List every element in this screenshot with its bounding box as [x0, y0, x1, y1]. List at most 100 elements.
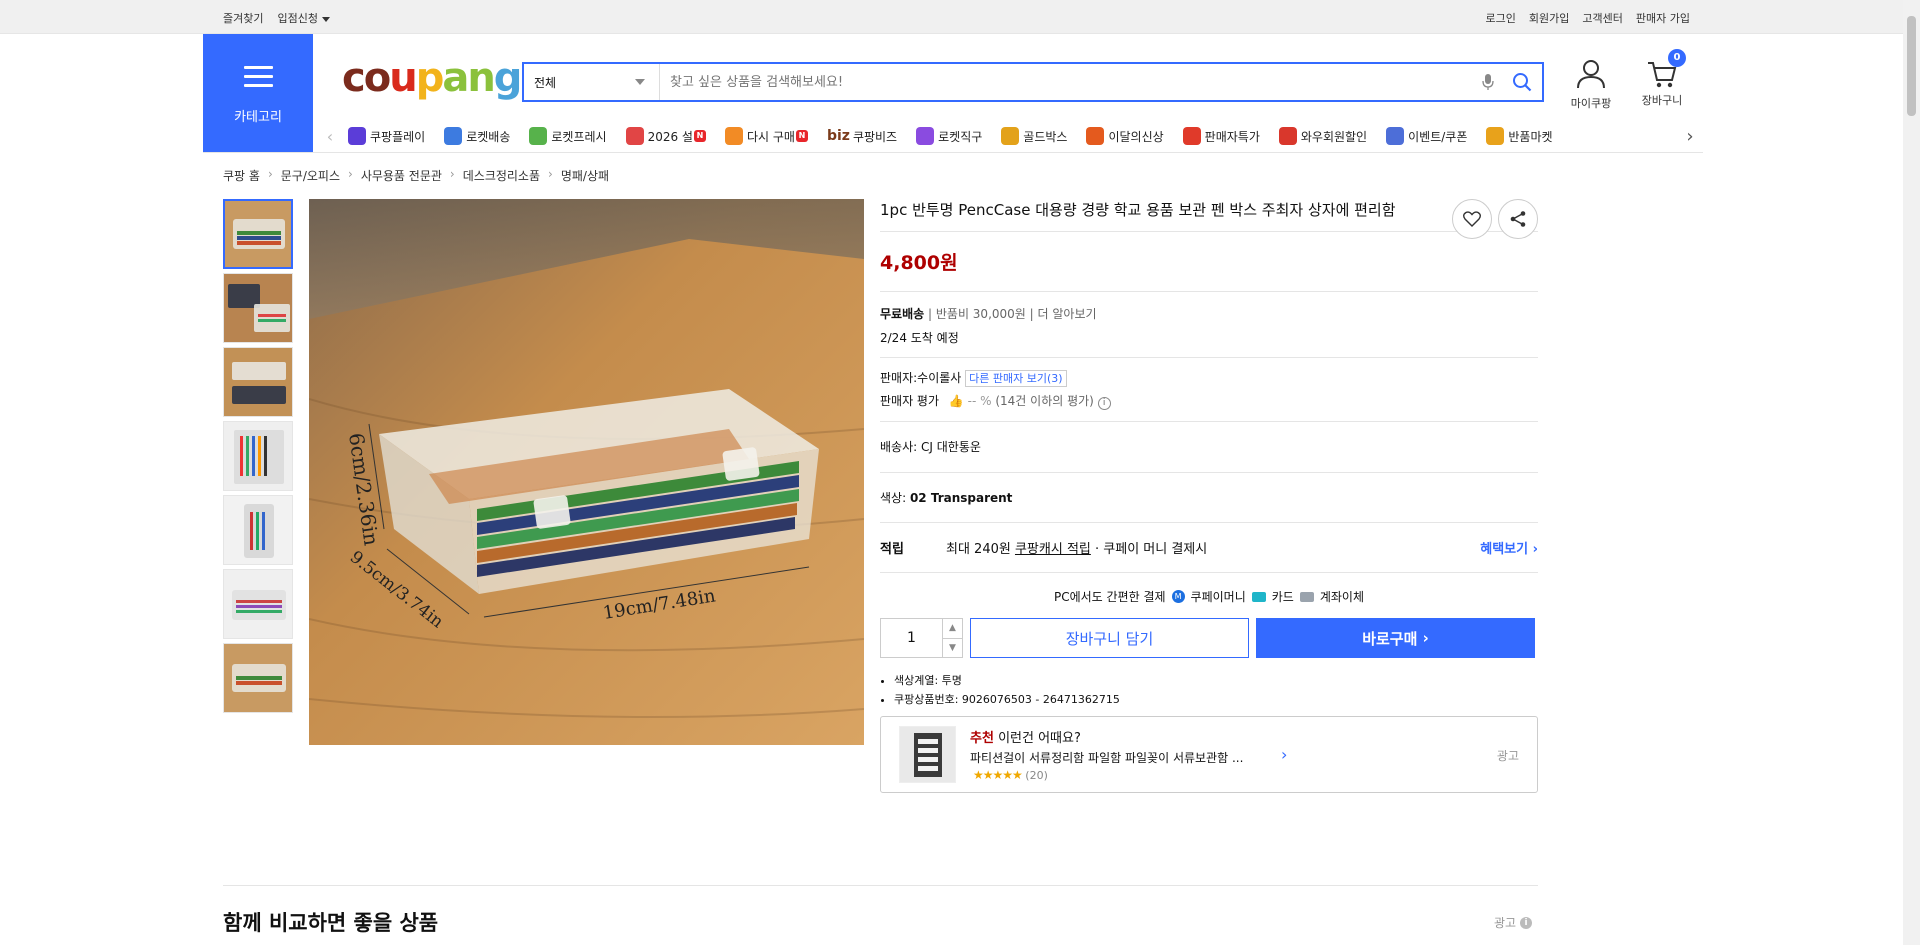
nav-item[interactable]: 와우회원할인 [1271, 122, 1378, 150]
nav-item[interactable]: 이달의신상 [1078, 122, 1174, 150]
nav-next-arrow-icon[interactable]: › [1680, 126, 1700, 147]
info-icon[interactable]: i [1520, 916, 1533, 929]
microphone-icon[interactable] [1474, 64, 1502, 100]
divider [880, 572, 1538, 573]
nav-item[interactable]: 판매자특가 [1175, 122, 1271, 150]
buy-now-button[interactable]: 바로구매 › [1256, 618, 1535, 658]
coupang-logo[interactable]: coupang [342, 55, 523, 101]
nav-prev-arrow-icon[interactable]: ‹ [320, 127, 340, 146]
chevron-right-icon: › [548, 167, 553, 181]
login-link[interactable]: 로그인 [1486, 10, 1516, 26]
nav-item-icon [444, 127, 463, 145]
divider [880, 421, 1538, 422]
page-scrollbar[interactable] [1903, 0, 1920, 945]
pay-method: 쿠페이머니 [1190, 590, 1246, 604]
recommend-prefix: 추천 [970, 731, 994, 746]
nav-item[interactable]: 로켓프레시 [521, 122, 617, 150]
recommend-headline: 추천 이런건 어때요? [970, 727, 1081, 746]
benefit-label: 혜택보기 [1480, 542, 1529, 557]
coupay-money-icon: M [1171, 590, 1185, 603]
cart-label: 장바구니 [1641, 94, 1683, 107]
chevron-up-icon[interactable]: ▲ [943, 619, 962, 639]
nav-item[interactable]: 2026 설N [618, 122, 717, 150]
thumbnail[interactable] [223, 273, 293, 343]
purchase-row: 1 ▲ ▼ 장바구니 담기 바로구매 › [880, 618, 1538, 658]
logo-part: g [493, 55, 523, 101]
divider [880, 522, 1538, 523]
product-price: 4,800원 [880, 252, 958, 274]
signup-link[interactable]: 회원가입 [1529, 10, 1569, 26]
nav-item[interactable]: 골드박스 [993, 122, 1078, 150]
thumbnail[interactable] [223, 643, 293, 713]
thumbnail[interactable] [223, 495, 293, 565]
recommend-ad-card[interactable]: 추천 이런건 어때요? 파티션걸이 서류정리함 파일함 파일꽂이 서류보관함 .… [880, 716, 1538, 793]
seller-label: 판매자: [880, 371, 918, 385]
share-button[interactable] [1498, 199, 1538, 239]
spec-item: 쿠팡상품번호: 9026076503 - 26471362715 [894, 691, 1538, 707]
category-button[interactable]: 카테고리 [203, 34, 313, 152]
search-bar: 전체 [522, 62, 1544, 102]
thumbnail[interactable] [223, 347, 293, 417]
nav-item[interactable]: 반품마켓 [1478, 122, 1563, 150]
breadcrumb-item[interactable]: 사무용품 전문관 [361, 167, 442, 184]
nav-item-label: 이벤트/쿠폰 [1408, 129, 1468, 144]
thumbnail[interactable] [223, 569, 293, 639]
logo-part: p [415, 55, 445, 101]
quantity-value[interactable]: 1 [881, 619, 942, 657]
nav-item-icon [1086, 127, 1105, 145]
benefit-link[interactable]: 혜택보기 › [1480, 538, 1538, 557]
color-label: 색상: [880, 491, 907, 505]
nav-item[interactable]: biz 쿠팡비즈 [819, 122, 908, 150]
search-icon[interactable] [1502, 64, 1542, 100]
pay-method: 카드 [1271, 590, 1294, 604]
nav-item-label: 반품마켓 [1508, 129, 1553, 144]
nav-item[interactable]: 로켓직구 [908, 122, 993, 150]
recommend-product-name: 파티션걸이 서류정리함 파일함 파일꽂이 서류보관함 ... [970, 751, 1244, 765]
seller-rating-label: 판매자 평가 [880, 394, 940, 408]
compare-ad-label: 광고 i [1494, 914, 1533, 931]
nav-item[interactable]: 쿠팡플레이 [340, 122, 436, 150]
product-main-image[interactable]: 6cm/2.36in 9.5cm/3.74in 19cm/7.48in [309, 199, 864, 745]
add-to-cart-button[interactable]: 장바구니 담기 [970, 618, 1249, 658]
seller-signup-link[interactable]: 판매자 가입 [1636, 10, 1690, 26]
top-utility-bar: 즐겨찾기 입점신청 로그인 회원가입 고객센터 판매자 가입 [0, 0, 1903, 34]
seller-apply-label: 입점신청 [277, 12, 318, 25]
divider [880, 291, 1538, 292]
recommend-text: 이런건 어때요? [998, 731, 1081, 746]
nav-item[interactable]: 이벤트/쿠폰 [1378, 122, 1478, 150]
nav-item[interactable]: 다시 구매 N [717, 122, 819, 150]
search-input[interactable] [660, 64, 1474, 100]
wishlist-button[interactable] [1452, 199, 1492, 239]
mycoupang-button[interactable]: 마이쿠팡 [1559, 58, 1623, 111]
reward-label: 적립 [880, 542, 904, 557]
breadcrumb-item[interactable]: 문구/오피스 [281, 167, 340, 184]
breadcrumb: 쿠팡 홈 › 문구/오피스 › 사무용품 전문관 › 데스크정리소품 › 명패/상패 [223, 167, 609, 184]
cart-button[interactable]: 0 장바구니 [1630, 49, 1694, 108]
quantity-stepper[interactable]: 1 ▲ ▼ [880, 618, 963, 658]
nav-item-label: 쿠팡플레이 [370, 129, 426, 144]
scrollbar-thumb[interactable] [1907, 16, 1916, 116]
learn-more-link[interactable]: 더 알아보기 [1038, 307, 1097, 321]
chevron-down-icon[interactable]: ▼ [943, 639, 962, 658]
nav-item[interactable]: 로켓배송 [436, 122, 521, 150]
user-icon [1577, 60, 1605, 89]
coupang-cash-link[interactable]: 쿠팡캐시 적립 [1015, 538, 1091, 557]
thumbnail[interactable] [223, 199, 293, 269]
thumbnail[interactable] [223, 421, 293, 491]
compare-section-title: 함께 비교하면 좋을 상품 [223, 911, 439, 935]
customer-center-link[interactable]: 고객센터 [1582, 10, 1622, 26]
thumbnail-list [223, 199, 293, 717]
info-icon[interactable]: i [1097, 397, 1111, 410]
chevron-right-icon[interactable]: › [1281, 745, 1287, 764]
search-scope-select[interactable]: 전체 [524, 64, 660, 100]
bookmark-link[interactable]: 즐겨찾기 [223, 10, 263, 26]
breadcrumb-item[interactable]: 데스크정리소품 [463, 167, 540, 184]
breadcrumb-item[interactable]: 명패/상패 [561, 167, 609, 184]
other-sellers-link[interactable]: 다른 판매자 보기(3) [965, 370, 1067, 387]
chevron-right-icon: › [348, 167, 353, 181]
nav-item-icon [1386, 127, 1405, 145]
breadcrumb-item[interactable]: 쿠팡 홈 [223, 167, 260, 184]
product-title: 1pc 반투명 PencCase 대용량 경량 학교 용품 보관 펜 박스 주최… [880, 201, 1396, 219]
color-row: 색상: 02 Transparent [880, 489, 1538, 506]
seller-apply-link[interactable]: 입점신청 [277, 10, 330, 26]
